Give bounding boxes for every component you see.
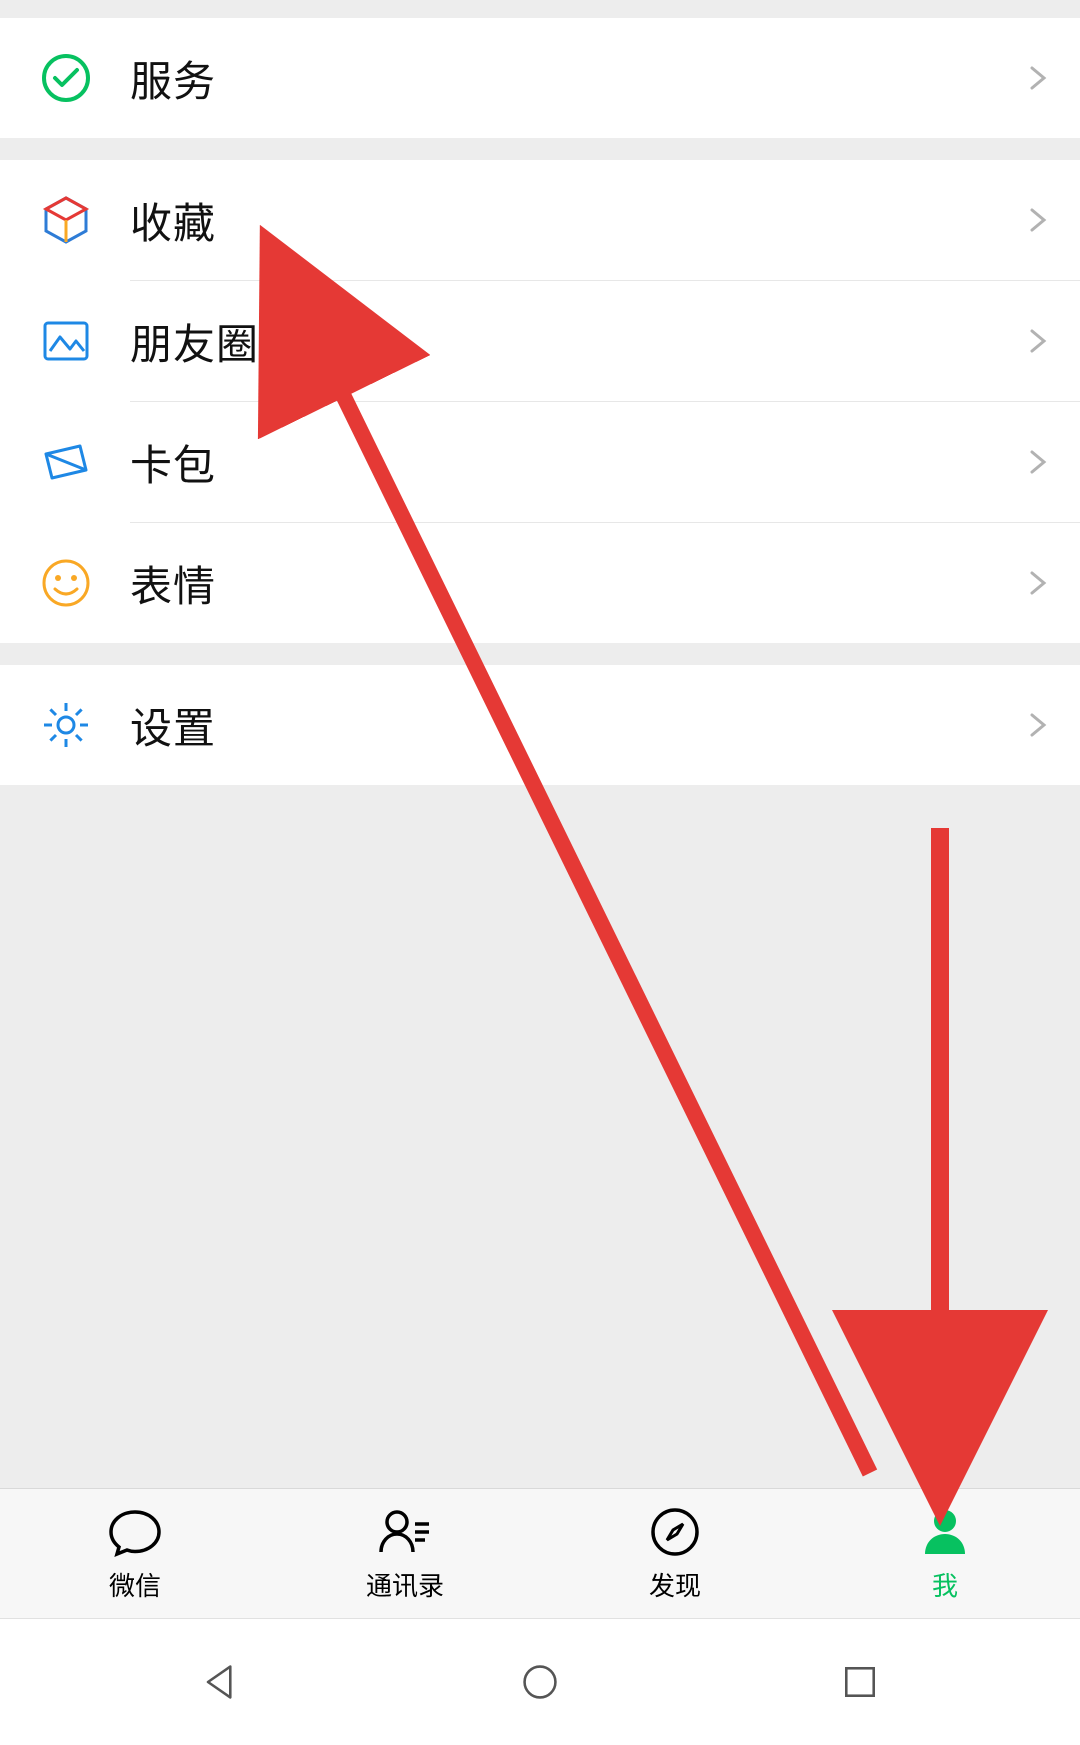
chevron-right-icon: [1026, 713, 1050, 737]
tab-label: 微信: [109, 1566, 161, 1603]
services-icon: [40, 52, 92, 104]
compass-icon: [647, 1504, 703, 1560]
tab-label: 发现: [649, 1566, 701, 1603]
item-label: 表情: [130, 553, 1026, 614]
favorites-icon: [40, 194, 92, 246]
tab-label: 我: [932, 1566, 958, 1603]
item-label: 卡包: [130, 432, 1026, 493]
section-settings: 设置: [0, 665, 1080, 785]
item-label: 服务: [130, 48, 1026, 109]
item-stickers[interactable]: 表情: [0, 523, 1080, 643]
tab-discover[interactable]: 发现: [540, 1489, 810, 1618]
item-label: 设置: [130, 695, 1026, 756]
nav-home[interactable]: [512, 1654, 568, 1710]
item-label: 朋友圈: [130, 311, 1026, 372]
tab-label: 通讯录: [366, 1566, 444, 1603]
chevron-right-icon: [1026, 450, 1050, 474]
nav-recent[interactable]: [832, 1654, 888, 1710]
person-icon: [917, 1504, 973, 1560]
section-collection: 收藏 朋友圈 卡包: [0, 160, 1080, 643]
item-services[interactable]: 服务: [0, 18, 1080, 138]
chevron-right-icon: [1026, 571, 1050, 595]
item-settings[interactable]: 设置: [0, 665, 1080, 785]
item-label: 收藏: [130, 190, 1026, 251]
android-navbar: [0, 1618, 1080, 1745]
cards-icon: [40, 436, 92, 488]
nav-back[interactable]: [192, 1654, 248, 1710]
tab-me[interactable]: 我: [810, 1489, 1080, 1618]
stickers-icon: [40, 557, 92, 609]
chevron-right-icon: [1026, 66, 1050, 90]
section-services: 服务: [0, 18, 1080, 138]
moments-icon: [40, 315, 92, 367]
chevron-right-icon: [1026, 329, 1050, 353]
tab-chats[interactable]: 微信: [0, 1489, 270, 1618]
tabbar: 微信 通讯录 发现 我: [0, 1488, 1080, 1618]
tab-contacts[interactable]: 通讯录: [270, 1489, 540, 1618]
item-favorites[interactable]: 收藏: [0, 160, 1080, 280]
contacts-icon: [377, 1504, 433, 1560]
settings-icon: [40, 699, 92, 751]
chevron-right-icon: [1026, 208, 1050, 232]
item-moments[interactable]: 朋友圈: [0, 281, 1080, 401]
chat-bubble-icon: [107, 1504, 163, 1560]
item-cards[interactable]: 卡包: [0, 402, 1080, 522]
